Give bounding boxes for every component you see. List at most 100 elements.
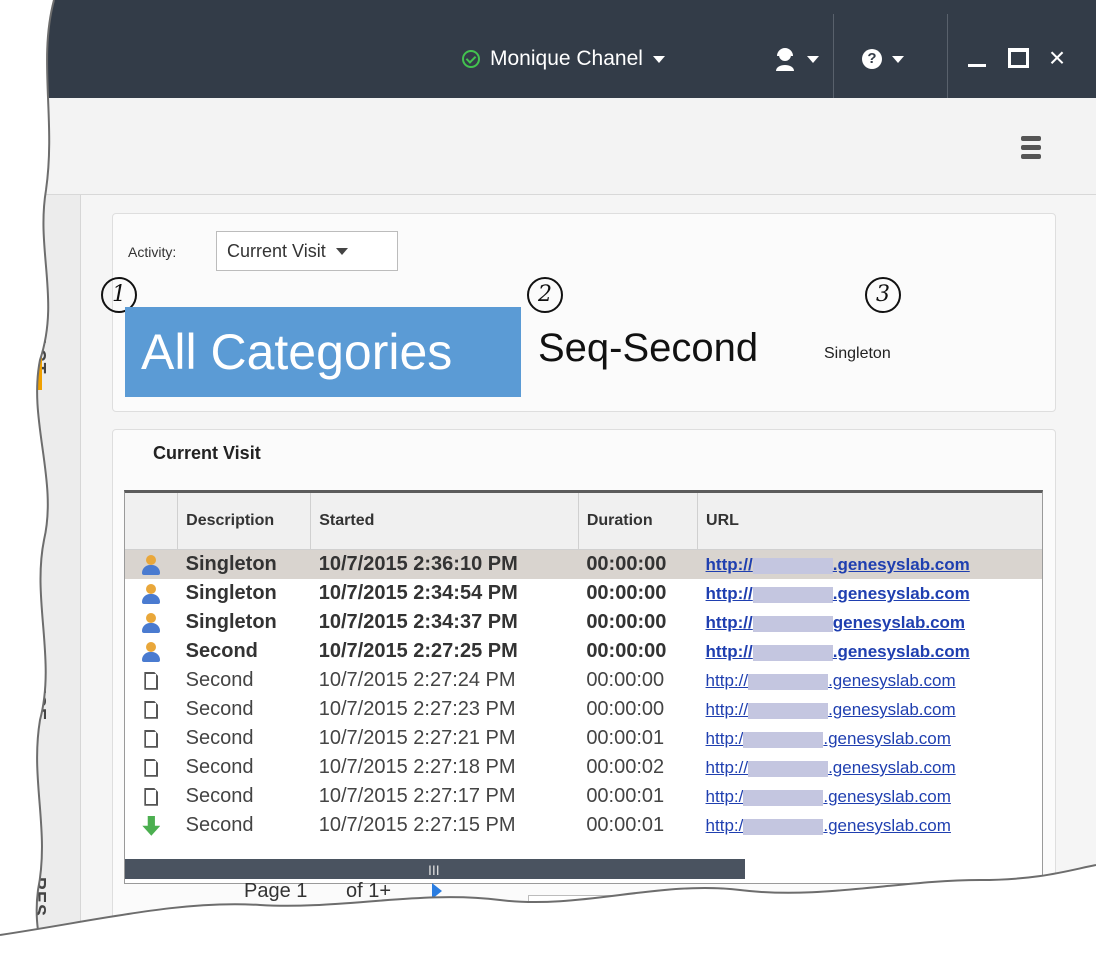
- url-prefix: http://: [705, 555, 753, 574]
- sidebar-tab-response[interactable]: USE: [28, 681, 49, 721]
- url-link[interactable]: http:/ .genesyslab.com: [706, 816, 951, 835]
- cell-description: Singleton: [177, 549, 311, 579]
- redacted-mask: [752, 644, 833, 661]
- minimize-button[interactable]: [962, 40, 992, 76]
- table-row[interactable]: Second 10/7/2015 2:27:21 PM 00:00:01 http:/…: [125, 724, 1042, 753]
- cell-description: Second: [185, 756, 254, 778]
- divider: [833, 14, 834, 98]
- table-header-row: Description Started Duration URL: [125, 493, 1042, 550]
- cell-started: 10/7/2015 2:27:17 PM: [318, 785, 516, 807]
- cell-started: 10/7/2015 2:27:15 PM: [318, 814, 516, 836]
- agent-menu-button[interactable]: [773, 44, 819, 74]
- column-header-duration[interactable]: Duration: [578, 493, 699, 550]
- table-row[interactable]: Singleton 10/7/2015 2:34:54 PM 00:00:00 htt…: [125, 579, 1042, 608]
- category-all-categories[interactable]: All Categories: [125, 307, 521, 397]
- table-row[interactable]: Singleton 10/7/2015 2:34:37 PM 00:00:00 htt…: [125, 608, 1042, 637]
- url-prefix: http://: [705, 584, 753, 603]
- table-row[interactable]: Second 10/7/2015 2:27:23 PM 00:00:00 http:/…: [125, 695, 1042, 724]
- url-link[interactable]: http:// .genesyslab.com: [706, 555, 970, 574]
- page-icon: [144, 787, 159, 806]
- cell-url[interactable]: http:/ .genesyslab.com: [698, 811, 1042, 840]
- url-link[interactable]: http:// genesyslab.com: [706, 613, 965, 632]
- redacted-mask: [748, 673, 829, 690]
- row-icon-cell: [125, 753, 178, 782]
- url-link[interactable]: http:// .genesyslab.com: [706, 700, 956, 719]
- user-status-menu[interactable]: Monique Chanel: [462, 44, 665, 74]
- callout-3: 3: [865, 277, 901, 313]
- cell-url[interactable]: http:// .genesyslab.com: [698, 637, 1042, 666]
- table-row[interactable]: Singleton 10/7/2015 2:36:10 PM 00:00:00 htt…: [125, 549, 1042, 579]
- row-icon-cell: [125, 782, 178, 811]
- horizontal-scrollbar[interactable]: III: [125, 859, 745, 879]
- url-suffix: genesyslab.com: [832, 613, 966, 632]
- cell-started: 10/7/2015 2:34:54 PM: [318, 582, 518, 604]
- redacted-mask: [743, 789, 824, 806]
- category-seq-second[interactable]: Seq-Second: [538, 326, 758, 371]
- page-icon: [144, 729, 159, 748]
- column-header-description[interactable]: Description: [177, 493, 312, 550]
- cell-description: Second: [185, 785, 254, 807]
- row-icon-cell: [125, 637, 178, 666]
- cell-url[interactable]: http:// .genesyslab.com: [698, 579, 1042, 608]
- page-size-select[interactable]: 10: [528, 895, 628, 935]
- pager-page-label: Page 1: [244, 880, 308, 902]
- cell-description: Second: [185, 727, 254, 749]
- sidebar-tab-resources[interactable]: RES: [28, 877, 49, 917]
- table-row[interactable]: Second 10/7/2015 2:27:18 PM 00:00:02 http:/…: [125, 753, 1042, 782]
- cell-url[interactable]: http:// .genesyslab.com: [698, 666, 1042, 695]
- cell-duration: 00:00:00: [578, 549, 698, 579]
- cell-url[interactable]: http:// .genesyslab.com: [698, 753, 1042, 782]
- cell-url[interactable]: http:// .genesyslab.com: [697, 549, 1042, 579]
- url-prefix: http:/: [705, 816, 744, 835]
- url-prefix: http:/: [705, 729, 744, 748]
- url-suffix: .genesyslab.com: [828, 671, 956, 690]
- hamburger-menu-icon[interactable]: [1021, 136, 1041, 159]
- agent-headset-icon: [776, 48, 794, 71]
- cell-description: Second: [185, 669, 254, 691]
- table-row[interactable]: Second 10/7/2015 2:27:24 PM 00:00:00 http:/…: [125, 666, 1042, 695]
- url-link[interactable]: http:/ .genesyslab.com: [706, 729, 951, 748]
- url-link[interactable]: http:// .genesyslab.com: [706, 584, 970, 603]
- person-icon: [141, 612, 161, 634]
- cell-url[interactable]: http:/ .genesyslab.com: [698, 724, 1042, 753]
- help-menu-button[interactable]: ?: [862, 44, 904, 74]
- table-row[interactable]: Second 10/7/2015 2:27:25 PM 00:00:00 http:/…: [125, 637, 1042, 666]
- activity-selected-value: Current Visit: [227, 240, 326, 261]
- url-link[interactable]: http:/ .genesyslab.com: [706, 787, 951, 806]
- cell-url[interactable]: http:/ .genesyslab.com: [698, 782, 1042, 811]
- cell-description: Second: [185, 814, 254, 836]
- cell-url[interactable]: http:// .genesyslab.com: [698, 695, 1042, 724]
- redacted-mask: [752, 615, 833, 632]
- next-page-icon[interactable]: [432, 883, 442, 899]
- redacted-mask: [748, 702, 829, 719]
- url-suffix: .genesyslab.com: [832, 642, 970, 661]
- cell-description: Singleton: [185, 611, 277, 633]
- column-header-started[interactable]: Started: [310, 493, 579, 550]
- divider: [947, 14, 948, 98]
- row-icon-cell: [125, 608, 178, 637]
- table-row[interactable]: Second 10/7/2015 2:27:17 PM 00:00:01 http:/…: [125, 782, 1042, 811]
- workspace-window: Monique Chanel ? × CONTACT USE RES Activ…: [0, 0, 1096, 975]
- column-header-url[interactable]: URL: [697, 493, 1042, 550]
- cell-description: Second: [185, 698, 254, 720]
- cell-duration: 00:00:01: [586, 727, 665, 749]
- category-singleton[interactable]: Singleton: [824, 345, 891, 363]
- maximize-button[interactable]: [1003, 40, 1033, 76]
- redacted-mask: [743, 818, 824, 835]
- url-link[interactable]: http:// .genesyslab.com: [706, 758, 956, 777]
- cell-url[interactable]: http:// genesyslab.com: [698, 608, 1042, 637]
- sidebar: CONTACT USE RES: [0, 195, 81, 975]
- table-row[interactable]: Second 10/7/2015 2:27:15 PM 00:00:01 http:/…: [125, 811, 1042, 840]
- url-link[interactable]: http:// .genesyslab.com: [706, 671, 956, 690]
- cell-duration: 00:00:01: [586, 785, 665, 807]
- row-icon-cell: [125, 724, 178, 753]
- close-button[interactable]: ×: [1042, 40, 1072, 76]
- url-suffix: .genesyslab.com: [832, 555, 970, 574]
- row-icon-cell: [125, 579, 178, 608]
- page-icon: [144, 700, 159, 719]
- toolbar: [0, 98, 1096, 195]
- url-suffix: .genesyslab.com: [823, 816, 951, 835]
- cell-duration: 00:00:00: [586, 582, 667, 604]
- url-link[interactable]: http:// .genesyslab.com: [706, 642, 970, 661]
- activity-select[interactable]: Current Visit: [216, 231, 398, 271]
